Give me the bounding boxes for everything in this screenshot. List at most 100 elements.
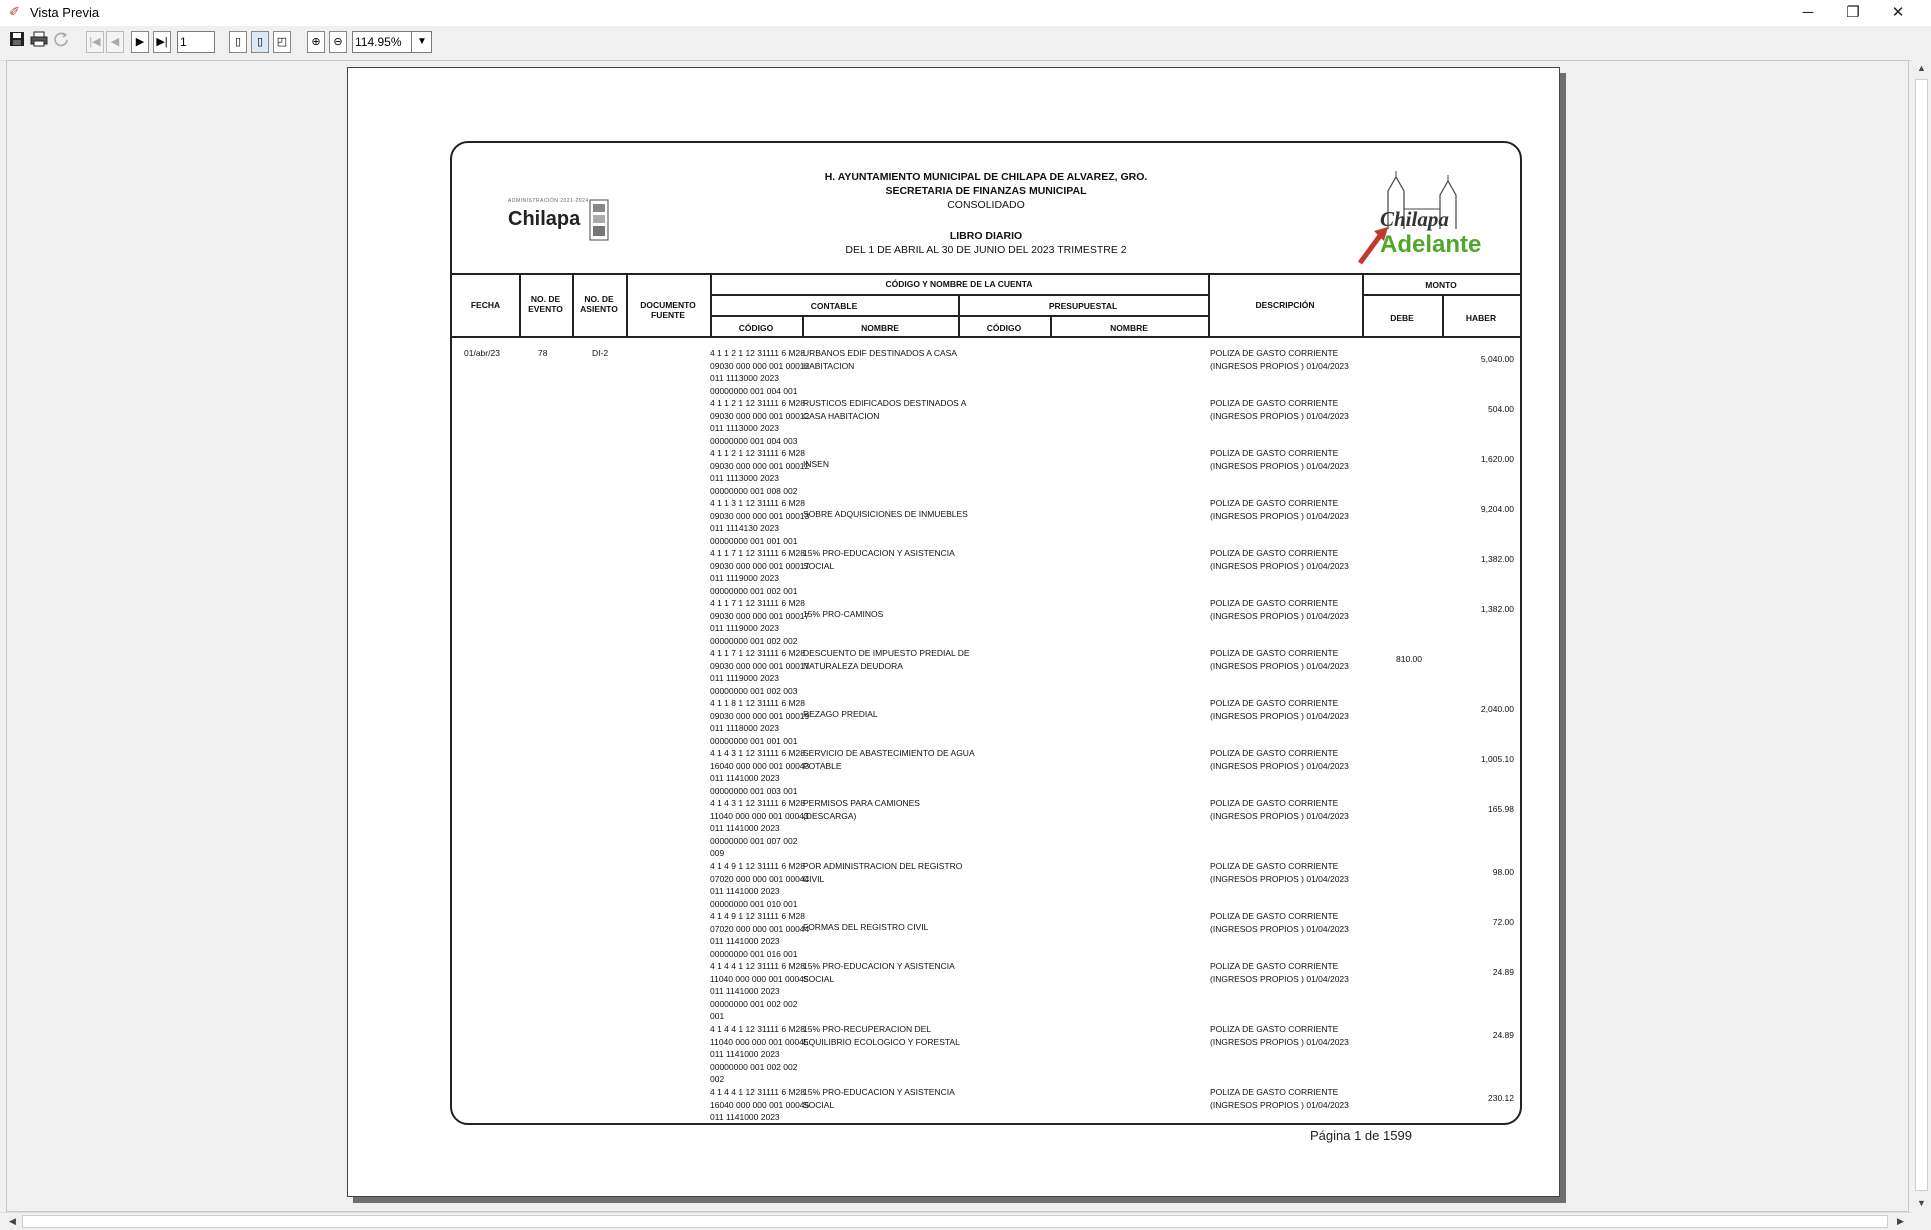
row-description-line: (INGRESOS PROPIOS ) 01/04/2023 bbox=[1210, 560, 1349, 571]
title-bar: ✐ Vista Previa ─ ❐ ✕ bbox=[0, 0, 1931, 26]
row-account-name-line: REZAGO PREDIAL bbox=[803, 709, 878, 720]
row-description: POLIZA DE GASTO CORRIENTE (INGRESOS PROPI… bbox=[1210, 910, 1349, 935]
row-account-code-line: 11040 000 000 001 00045 bbox=[710, 1036, 809, 1047]
row-account-name-line: (DESCARGA) bbox=[803, 810, 857, 821]
scroll-down-icon[interactable]: ▼ bbox=[1912, 1195, 1931, 1212]
row-account-code-line: 09030 000 000 001 00013 bbox=[710, 510, 810, 521]
row-description-line: POLIZA DE GASTO CORRIENTE bbox=[1210, 1024, 1339, 1034]
row-description-line: (INGRESOS PROPIOS ) 01/04/2023 bbox=[1210, 810, 1349, 821]
row-account-code-line: 00000000 001 004 001 bbox=[710, 385, 798, 396]
page-width-button[interactable]: ▯ bbox=[251, 31, 269, 53]
row-account-name: SERVICIO DE ABASTECIMIENTO DE AGUA POTABL… bbox=[803, 747, 975, 772]
row-description: POLIZA DE GASTO CORRIENTE (INGRESOS PROPI… bbox=[1210, 1086, 1349, 1111]
print-button[interactable] bbox=[30, 31, 48, 53]
row-account-code-line: 011 1113000 2023 bbox=[710, 423, 780, 433]
row-account-code-line: 00000000 001 002 001 bbox=[710, 585, 798, 596]
col-presupuestal: PRESUPUESTAL bbox=[1048, 301, 1118, 311]
row-account-name-line: FORMAS DEL REGISTRO CIVIL bbox=[803, 922, 929, 933]
row-account-code: 4 1 1 2 1 12 31111 6 M28 09030 000 000 00… bbox=[710, 397, 809, 447]
row-account-code: 4 1 1 2 1 12 31111 6 M28 09030 000 000 00… bbox=[710, 347, 809, 397]
horizontal-scrollbar[interactable]: ◀ ▶ bbox=[0, 1212, 1912, 1230]
row-description: POLIZA DE GASTO CORRIENTE (INGRESOS PROPI… bbox=[1210, 647, 1349, 672]
minimize-button[interactable]: ─ bbox=[1786, 0, 1830, 26]
row-description: POLIZA DE GASTO CORRIENTE (INGRESOS PROPI… bbox=[1210, 447, 1349, 472]
logo-left-word: Chilapa bbox=[508, 208, 581, 230]
row-account-code-line: 09030 000 000 001 00012 bbox=[710, 360, 810, 371]
vertical-scroll-thumb[interactable] bbox=[1915, 79, 1928, 1191]
row-description-line: (INGRESOS PROPIOS ) 01/04/2023 bbox=[1210, 610, 1349, 621]
chevron-down-icon[interactable]: ▼ bbox=[411, 31, 432, 53]
row-description-line: POLIZA DE GASTO CORRIENTE bbox=[1210, 911, 1339, 921]
red-arrow-icon bbox=[1357, 227, 1388, 265]
row-description-line: (INGRESOS PROPIOS ) 01/04/2023 bbox=[1210, 460, 1349, 471]
row-haber: 2,040.00 bbox=[1480, 704, 1514, 714]
vertical-scrollbar[interactable]: ▲ ▼ bbox=[1912, 60, 1931, 1212]
row-account-code-line: 4 1 1 7 1 12 31111 6 M28 bbox=[710, 548, 805, 558]
row-description: POLIZA DE GASTO CORRIENTE (INGRESOS PROPI… bbox=[1210, 597, 1349, 622]
row-description: POLIZA DE GASTO CORRIENTE (INGRESOS PROPI… bbox=[1210, 960, 1349, 985]
page-indicator: Página 1 de 1599 bbox=[1310, 1128, 1412, 1143]
logo-left-caption: ADMINISTRACIÓN 2021-2024 bbox=[508, 198, 589, 204]
row-account-code-line: 00000000 001 002 002 bbox=[710, 635, 798, 646]
page-number-input[interactable]: 1 bbox=[177, 31, 215, 53]
row-debe: 810.00 bbox=[1396, 654, 1422, 664]
first-page-button[interactable]: |◀ bbox=[86, 31, 104, 53]
close-button[interactable]: ✕ bbox=[1876, 0, 1920, 26]
prev-page-button[interactable]: ◀ bbox=[106, 31, 124, 53]
row-description: POLIZA DE GASTO CORRIENTE (INGRESOS PROPI… bbox=[1210, 697, 1349, 722]
row-account-code-line: 11040 000 000 001 00045 bbox=[710, 973, 809, 984]
row-account-name: INSEN bbox=[803, 458, 829, 471]
row-account-code: 4 1 4 9 1 12 31111 6 M28 07020 000 000 00… bbox=[710, 910, 809, 960]
row-account-code-line: 4 1 1 7 1 12 31111 6 M28 bbox=[710, 648, 805, 658]
row-description: POLIZA DE GASTO CORRIENTE (INGRESOS PROPI… bbox=[1210, 797, 1349, 822]
row-account-code-line: 011 1141000 2023 bbox=[710, 1049, 780, 1059]
row-account-name-line: 15% PRO-EDUCACION Y ASISTENCIA bbox=[803, 548, 955, 558]
row-account-name-line: 15% PRO-EDUCACION Y ASISTENCIA bbox=[803, 1087, 955, 1097]
row-account-code: 4 1 1 7 1 12 31111 6 M28 09030 000 000 00… bbox=[710, 597, 809, 647]
row-account-code-line: 4 1 1 2 1 12 31111 6 M28 bbox=[710, 448, 805, 458]
row-haber: 1,620.00 bbox=[1480, 454, 1514, 464]
row-description: POLIZA DE GASTO CORRIENTE (INGRESOS PROPI… bbox=[1210, 347, 1349, 372]
restore-button[interactable]: ❐ bbox=[1831, 0, 1875, 26]
row-account-code-line: 16040 000 000 001 00043 bbox=[710, 760, 810, 771]
row-account-code-line: 4 1 4 3 1 12 31111 6 M28 bbox=[710, 748, 805, 758]
row-description: POLIZA DE GASTO CORRIENTE (INGRESOS PROPI… bbox=[1210, 1023, 1349, 1048]
row-account-name-line: 15% PRO-EDUCACION Y ASISTENCIA bbox=[803, 961, 955, 971]
single-page-button[interactable]: ▯ bbox=[229, 31, 247, 53]
row-description-line: POLIZA DE GASTO CORRIENTE bbox=[1210, 548, 1339, 558]
row-account-code-line: 011 1141000 2023 bbox=[710, 936, 780, 946]
row-description-line: (INGRESOS PROPIOS ) 01/04/2023 bbox=[1210, 660, 1349, 671]
col-codigo-presupuestal: CÓDIGO bbox=[986, 323, 1022, 333]
row-description-line: (INGRESOS PROPIOS ) 01/04/2023 bbox=[1210, 873, 1349, 884]
row-haber: 5,040.00 bbox=[1480, 354, 1514, 364]
row-account-name-line: SOCIAL bbox=[803, 1099, 835, 1110]
row-description: POLIZA DE GASTO CORRIENTE (INGRESOS PROPI… bbox=[1210, 747, 1349, 772]
row-account-name: 15% PRO-EDUCACION Y ASISTENCIA SOCIAL bbox=[803, 960, 955, 985]
last-page-button[interactable]: ▶| bbox=[153, 31, 171, 53]
row-account-name-line: NATURALEZA DEUDORA bbox=[803, 660, 903, 671]
horizontal-scroll-thumb[interactable] bbox=[22, 1215, 1888, 1228]
row-account-code-line: 4 1 1 3 1 12 31111 6 M28 bbox=[710, 498, 805, 508]
row-account-name-line: CASA HABITACION bbox=[803, 410, 880, 421]
row-description-line: (INGRESOS PROPIOS ) 01/04/2023 bbox=[1210, 410, 1349, 421]
scroll-right-icon[interactable]: ▶ bbox=[1892, 1213, 1909, 1230]
refresh-button[interactable] bbox=[52, 31, 70, 53]
row-account-code: 4 1 4 9 1 12 31111 6 M28 07020 000 000 00… bbox=[710, 860, 809, 910]
row-description-line: POLIZA DE GASTO CORRIENTE bbox=[1210, 698, 1339, 708]
multi-page-button[interactable]: ◰ bbox=[273, 31, 291, 53]
entry-fecha: 01/abr/23 bbox=[464, 348, 500, 358]
zoom-in-button[interactable]: ⊕ bbox=[307, 31, 325, 53]
zoom-out-button[interactable]: ⊖ bbox=[329, 31, 347, 53]
row-account-code-line: 09030 000 000 001 00017 bbox=[710, 560, 810, 571]
scroll-up-icon[interactable]: ▲ bbox=[1912, 60, 1931, 77]
next-page-button[interactable]: ▶ bbox=[131, 31, 149, 53]
save-button[interactable] bbox=[8, 31, 26, 53]
row-account-name: URBANOS EDIF DESTINADOS A CASA HABITACION bbox=[803, 347, 957, 372]
row-account-name: 15% PRO-EDUCACION Y ASISTENCIA SOCIAL bbox=[803, 1086, 955, 1111]
col-codigo: CÓDIGO bbox=[738, 323, 774, 333]
col-monto: MONTO bbox=[1425, 280, 1457, 290]
window-title: Vista Previa bbox=[30, 5, 100, 20]
row-account-name-line: URBANOS EDIF DESTINADOS A CASA bbox=[803, 348, 957, 358]
row-description-line: (INGRESOS PROPIOS ) 01/04/2023 bbox=[1210, 760, 1349, 771]
scroll-left-icon[interactable]: ◀ bbox=[4, 1213, 21, 1230]
